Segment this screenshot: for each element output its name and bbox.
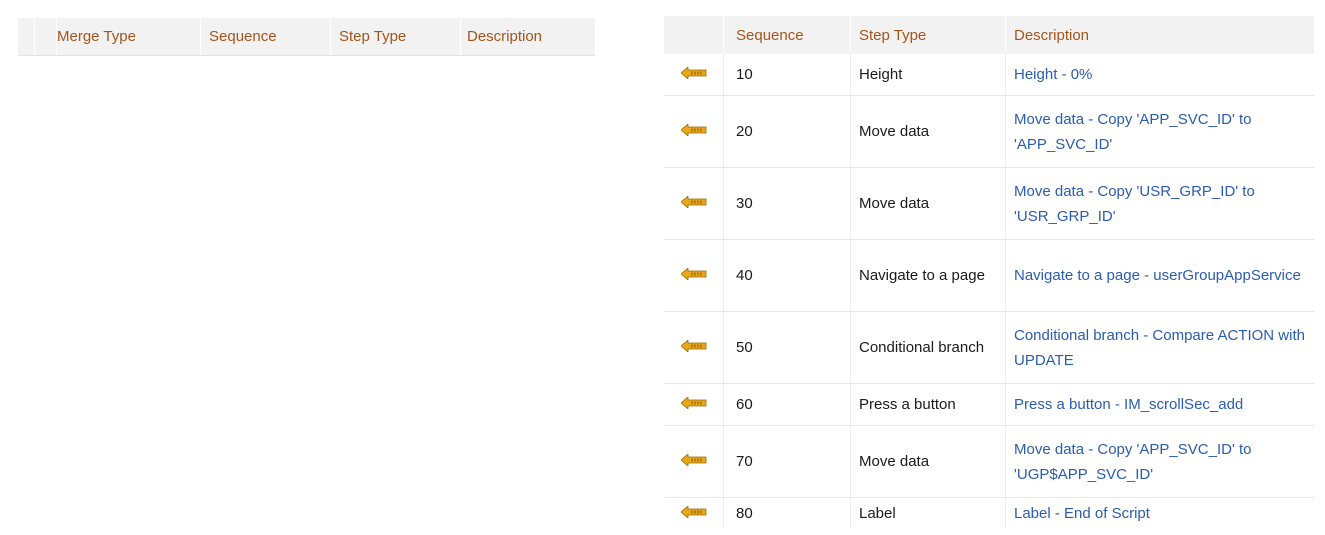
table-row: 50 Conditional branch Conditional branch… bbox=[664, 311, 1314, 384]
sequence-cell: 10 bbox=[723, 54, 851, 96]
sequence-cell: 60 bbox=[723, 383, 851, 426]
row-action-cell bbox=[664, 167, 724, 240]
step-type-cell: Move data bbox=[850, 425, 1006, 498]
sequence-header[interactable]: Sequence bbox=[723, 16, 851, 54]
step-type-cell: Height bbox=[850, 54, 1006, 96]
move-left-arrow-icon[interactable] bbox=[679, 119, 707, 144]
sequence-cell: 30 bbox=[723, 167, 851, 240]
step-type-cell: Navigate to a page bbox=[850, 239, 1006, 312]
sequence-cell: 70 bbox=[723, 425, 851, 498]
description-link[interactable]: Label - End of Script bbox=[1005, 497, 1314, 528]
merge-steps-table-header: Merge Type Sequence Step Type Descriptio… bbox=[18, 18, 595, 56]
table-row: 10 Height Height - 0% bbox=[664, 54, 1314, 96]
step-type-cell: Move data bbox=[850, 167, 1006, 240]
description-header-label: Description bbox=[467, 28, 543, 45]
row-action-cell bbox=[664, 95, 724, 168]
description-header[interactable]: Description bbox=[1005, 16, 1314, 54]
row-action-cell bbox=[664, 498, 724, 529]
merge-type-header-label: Merge Type bbox=[57, 28, 136, 45]
step-type-cell: Move data bbox=[850, 95, 1006, 168]
row-action-cell bbox=[664, 311, 724, 384]
header-spacer bbox=[34, 18, 56, 55]
move-left-arrow-icon[interactable] bbox=[679, 392, 707, 417]
table-row: 70 Move data Move data - Copy 'APP_SVC_I… bbox=[664, 425, 1314, 498]
script-steps-header-row: Sequence Step Type Description bbox=[664, 16, 1314, 54]
sequence-header-label: Sequence bbox=[209, 28, 277, 45]
step-type-cell: Conditional branch bbox=[850, 311, 1006, 384]
description-link[interactable]: Press a button - IM_scrollSec_add bbox=[1005, 383, 1314, 426]
description-link[interactable]: Move data - Copy 'APP_SVC_ID' to 'UGP$AP… bbox=[1005, 425, 1314, 498]
table-row: 80 Label Label - End of Script bbox=[664, 497, 1314, 529]
step-type-header[interactable]: Step Type bbox=[330, 18, 460, 55]
description-link[interactable]: Navigate to a page - userGroupAppService bbox=[1005, 239, 1314, 312]
row-action-cell bbox=[664, 383, 724, 426]
table-row: 20 Move data Move data - Copy 'APP_SVC_I… bbox=[664, 95, 1314, 168]
move-left-arrow-icon[interactable] bbox=[679, 263, 707, 288]
move-left-arrow-icon[interactable] bbox=[679, 62, 707, 87]
move-left-arrow-icon[interactable] bbox=[679, 449, 707, 474]
sequence-cell: 80 bbox=[723, 497, 851, 528]
step-type-header-label: Step Type bbox=[339, 28, 407, 45]
row-action-cell bbox=[664, 425, 724, 498]
header-spacer bbox=[18, 18, 34, 55]
description-link[interactable]: Move data - Copy 'USR_GRP_ID' to 'USR_GR… bbox=[1005, 167, 1314, 240]
sequence-cell: 50 bbox=[723, 311, 851, 384]
description-header[interactable]: Description bbox=[460, 18, 595, 55]
sequence-cell: 20 bbox=[723, 95, 851, 168]
sequence-cell: 40 bbox=[723, 239, 851, 312]
move-left-arrow-icon[interactable] bbox=[679, 335, 707, 360]
move-left-arrow-icon[interactable] bbox=[679, 501, 707, 526]
description-link[interactable]: Conditional branch - Compare ACTION with… bbox=[1005, 311, 1314, 384]
move-left-arrow-icon[interactable] bbox=[679, 191, 707, 216]
table-row: 60 Press a button Press a button - IM_sc… bbox=[664, 383, 1314, 426]
script-steps-table: Sequence Step Type Description 10 Height… bbox=[664, 16, 1314, 528]
step-type-cell: Press a button bbox=[850, 383, 1006, 426]
row-action-cell bbox=[664, 54, 724, 96]
table-row: 30 Move data Move data - Copy 'USR_GRP_I… bbox=[664, 167, 1314, 240]
table-row: 40 Navigate to a page Navigate to a page… bbox=[664, 239, 1314, 312]
merge-type-header[interactable]: Merge Type bbox=[56, 18, 200, 55]
step-type-header[interactable]: Step Type bbox=[850, 16, 1006, 54]
description-link[interactable]: Height - 0% bbox=[1005, 54, 1314, 96]
step-type-cell: Label bbox=[850, 497, 1006, 528]
row-action-cell bbox=[664, 239, 724, 312]
action-column-header bbox=[664, 16, 724, 54]
description-link[interactable]: Move data - Copy 'APP_SVC_ID' to 'APP_SV… bbox=[1005, 95, 1314, 168]
sequence-header[interactable]: Sequence bbox=[200, 18, 330, 55]
